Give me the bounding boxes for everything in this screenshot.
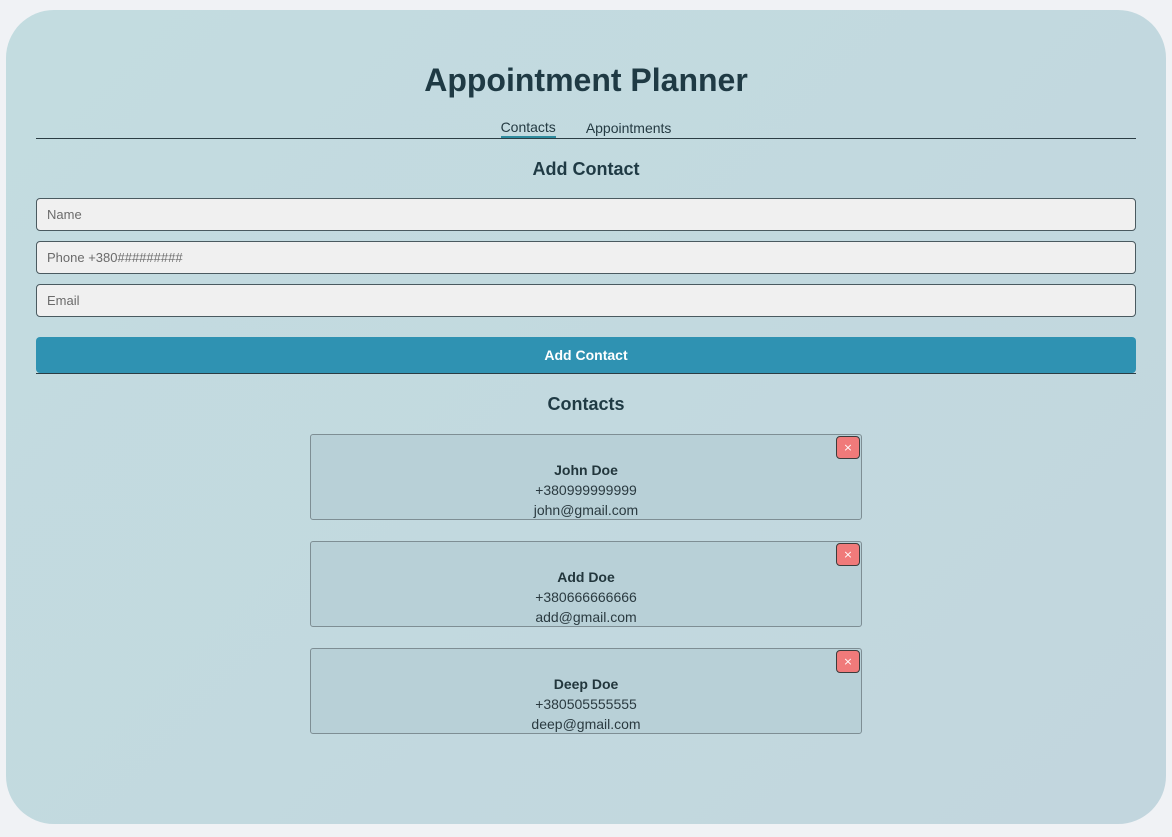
app-container: Appointment Planner Contacts Appointment… <box>6 10 1166 824</box>
close-icon[interactable]: × <box>836 650 860 673</box>
contact-card: × Deep Doe +380505555555 deep@gmail.com <box>310 648 862 734</box>
contacts-heading: Contacts <box>547 394 625 414</box>
contact-phone: +380999999999 <box>535 482 637 498</box>
contact-email: deep@gmail.com <box>531 716 641 732</box>
contact-name: John Doe <box>554 462 618 478</box>
divider <box>36 138 1136 139</box>
contact-name: Add Doe <box>557 569 615 585</box>
contact-email: john@gmail.com <box>533 502 639 518</box>
phone-input[interactable] <box>36 241 1136 274</box>
add-contact-heading: Add Contact <box>532 159 640 179</box>
add-contact-form: Add Contact <box>36 198 1136 373</box>
contact-name: Deep Doe <box>553 676 619 692</box>
contact-list: × John Doe +380999999999 john@gmail.com … <box>36 434 1136 734</box>
main-nav: Contacts Appointments <box>36 118 1136 138</box>
divider <box>36 373 1136 374</box>
close-icon[interactable]: × <box>836 543 860 566</box>
close-icon[interactable]: × <box>836 436 860 459</box>
add-contact-button[interactable]: Add Contact <box>36 337 1136 373</box>
nav-link-appointments[interactable]: Appointments <box>586 118 672 138</box>
contact-phone: +380505555555 <box>535 696 637 712</box>
name-input[interactable] <box>36 198 1136 231</box>
contact-card: × Add Doe +380666666666 add@gmail.com <box>310 541 862 627</box>
email-input[interactable] <box>36 284 1136 317</box>
page-title: Appointment Planner <box>424 62 748 98</box>
contact-phone: +380666666666 <box>535 589 637 605</box>
contact-email: add@gmail.com <box>535 609 637 625</box>
contact-card: × John Doe +380999999999 john@gmail.com <box>310 434 862 520</box>
nav-link-contacts[interactable]: Contacts <box>500 118 556 138</box>
